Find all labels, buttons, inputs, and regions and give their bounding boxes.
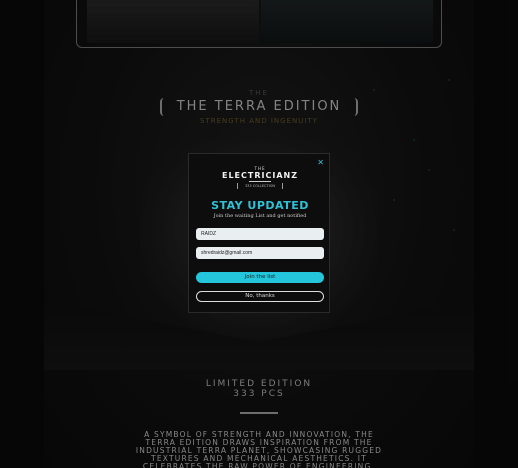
no-thanks-button[interactable]: No, thanks: [196, 291, 324, 302]
signup-modal: ✕ THE ELECTRICIANZ 333 COLLECTION STAY U…: [188, 153, 330, 313]
modal-heading: STAY UPDATED: [211, 199, 309, 212]
email-field[interactable]: [196, 247, 324, 259]
modal-description: Join the waiting List and get notified: [213, 213, 307, 219]
name-field[interactable]: [196, 228, 324, 240]
logo-collection-badge: 333 COLLECTION: [237, 183, 283, 189]
brand-logo: ELECTRICIANZ: [221, 171, 299, 180]
logo-underline: [249, 181, 271, 182]
join-list-button[interactable]: Join the list: [196, 272, 324, 283]
